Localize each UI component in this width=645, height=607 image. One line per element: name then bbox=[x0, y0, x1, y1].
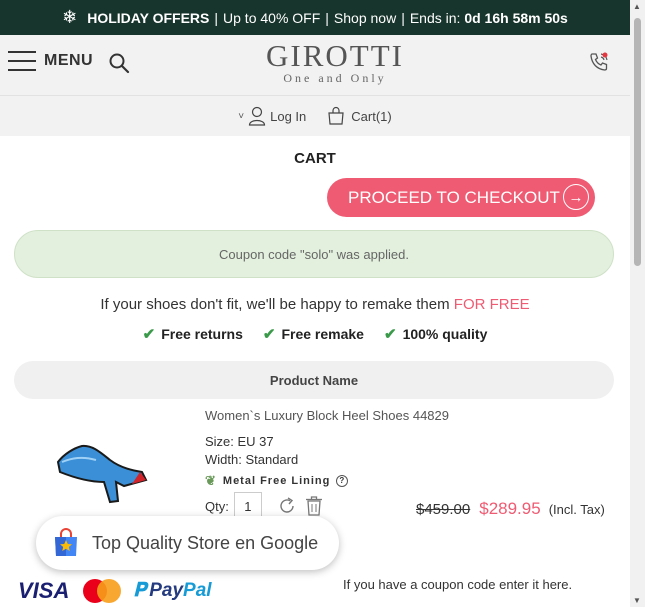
leaf-icon: ❦ bbox=[205, 473, 217, 488]
phone-button[interactable] bbox=[588, 51, 610, 78]
checkmark-icon: ✔ bbox=[142, 326, 156, 343]
girotti-logo[interactable]: GIROTTI One and Only bbox=[240, 38, 430, 86]
sale-price: $289.95 bbox=[479, 499, 541, 518]
proceed-to-checkout-button[interactable]: PROCEED TO CHECKOUT → bbox=[327, 178, 595, 217]
product-lining: ❦ Metal Free Lining ? bbox=[205, 473, 349, 489]
scroll-down-arrow[interactable]: ▼ bbox=[633, 596, 641, 605]
coupon-hint-text: If you have a coupon code enter it here. bbox=[343, 577, 573, 592]
paypal-logo: 𝐏 Pay Pal bbox=[133, 580, 212, 601]
page-scrollbar[interactable]: ▲ ▼ bbox=[630, 0, 645, 607]
product-width: Width: Standard bbox=[205, 452, 299, 467]
trash-icon[interactable] bbox=[305, 495, 323, 517]
cart-label: Cart(1) bbox=[351, 108, 392, 124]
login-label: Log In bbox=[270, 108, 307, 124]
logo-name: GIROTTI bbox=[266, 38, 404, 73]
snowflake-icon: ❄ bbox=[62, 7, 78, 27]
badge-text: Top Quality Store en Google bbox=[92, 532, 319, 553]
product-size: Size: EU 37 bbox=[205, 434, 274, 449]
perk-item: ✔ 100% quality bbox=[383, 326, 488, 343]
search-icon bbox=[109, 53, 130, 74]
product-image[interactable] bbox=[52, 436, 152, 511]
google-shopping-bag-icon bbox=[55, 528, 77, 556]
perk-item: ✔ Free remake bbox=[262, 326, 364, 343]
refresh-icon[interactable] bbox=[277, 496, 297, 516]
menu-button[interactable]: MENU bbox=[8, 51, 93, 71]
cart-link[interactable]: Cart(1) bbox=[326, 106, 392, 126]
remake-notice: If your shoes don't fit, we'll be happy … bbox=[0, 296, 630, 313]
menu-label: MENU bbox=[44, 52, 94, 69]
coupon-applied-message: Coupon code "solo" was applied. bbox=[14, 230, 614, 278]
checkmark-icon: ✔ bbox=[262, 326, 276, 343]
logo-tagline: One and Only bbox=[283, 71, 387, 85]
coupon-message-text: Coupon code "solo" was applied. bbox=[219, 246, 409, 262]
lining-label: Metal Free Lining bbox=[222, 475, 331, 487]
shoe-image bbox=[56, 444, 148, 504]
promo-shop-link[interactable]: Shop now bbox=[334, 10, 396, 26]
qty-label: Qty: bbox=[205, 498, 229, 514]
shopping-bag-icon bbox=[328, 106, 344, 125]
hamburger-icon bbox=[8, 51, 36, 71]
promo-ends-label: Ends in: bbox=[409, 9, 461, 26]
chevron-down-icon: ˅ bbox=[238, 110, 245, 122]
account-nav: ˅ Log In Cart(1) bbox=[0, 96, 630, 136]
scrollbar-thumb[interactable] bbox=[634, 18, 641, 266]
checkout-label: PROCEED TO CHECKOUT bbox=[348, 187, 560, 207]
remake-highlight: FOR FREE bbox=[453, 296, 530, 313]
page-title: CART bbox=[294, 150, 336, 167]
remake-text: If your shoes don't fit, we'll be happy … bbox=[100, 296, 450, 313]
column-product-name: Product Name bbox=[269, 372, 359, 388]
login-link[interactable]: ˅ Log In bbox=[238, 106, 306, 126]
tax-note: (Incl. Tax) bbox=[548, 502, 605, 517]
google-quality-badge[interactable]: Top Quality Store en Google bbox=[36, 516, 339, 570]
perk-item: ✔ Free returns bbox=[142, 326, 243, 343]
cart-table-header: Product Name bbox=[14, 361, 614, 399]
help-icon[interactable]: ? bbox=[336, 475, 349, 487]
original-price: $459.00 bbox=[416, 501, 471, 518]
paypal-icon: 𝐏 bbox=[133, 580, 147, 601]
arrow-right-icon: → bbox=[563, 184, 589, 210]
payment-methods: VISA 𝐏 Pay Pal bbox=[18, 578, 212, 604]
checkmark-icon: ✔ bbox=[383, 326, 397, 343]
perks-list: ✔ Free returns ✔ Free remake ✔ 100% qual… bbox=[0, 325, 630, 343]
product-prices: $459.00 $289.95 (Incl. Tax) bbox=[416, 499, 605, 519]
site-header: MENU GIROTTI One and Only bbox=[0, 35, 630, 96]
mastercard-logo bbox=[83, 579, 122, 603]
promo-discount: Up to 40% OFF bbox=[223, 9, 321, 26]
promo-banner[interactable]: ❄ HOLIDAY OFFERS | Up to 40% OFF | Shop … bbox=[0, 0, 630, 35]
phone-icon bbox=[590, 52, 608, 71]
product-name[interactable]: Women`s Luxury Block Heel Shoes 44829 bbox=[205, 408, 449, 423]
user-icon bbox=[249, 106, 266, 126]
promo-title: HOLIDAY OFFERS bbox=[87, 9, 210, 26]
search-button[interactable] bbox=[108, 52, 130, 79]
scroll-up-arrow[interactable]: ▲ bbox=[633, 2, 641, 11]
visa-logo: VISA bbox=[18, 578, 70, 603]
promo-countdown: 0d 16h 58m 50s bbox=[464, 9, 568, 26]
